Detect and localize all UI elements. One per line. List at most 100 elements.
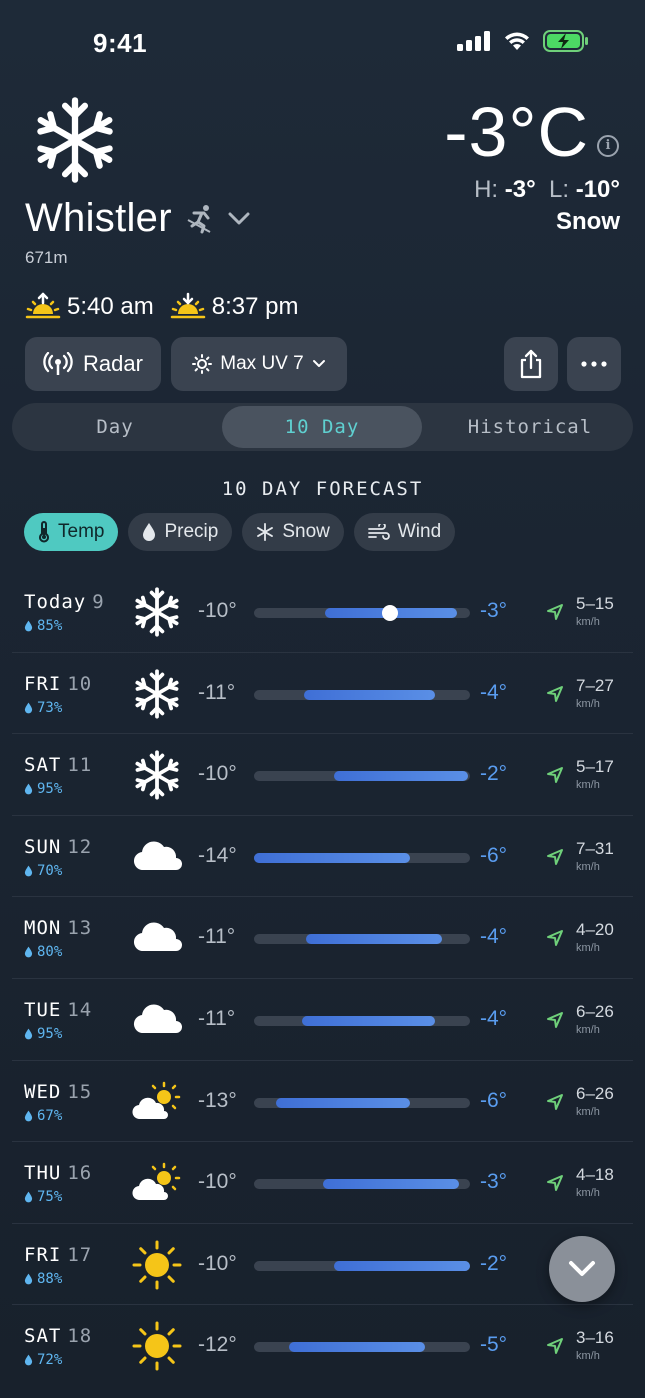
droplet-icon [24, 1354, 33, 1366]
droplet-icon [24, 1110, 33, 1121]
more-button[interactable] [567, 337, 621, 391]
high-temp: -5° [480, 1333, 508, 1357]
forecast-row[interactable]: FRI 10 73% -11° -4° 7–27 km/h [12, 653, 633, 735]
precip-chance: 88% [24, 1271, 62, 1287]
precip-chance: 75% [24, 1189, 62, 1205]
forecast-row[interactable]: TUE 14 95% -11° -4° 6–26 km/h [12, 979, 633, 1061]
temp-range-bar [254, 1179, 470, 1190]
info-icon[interactable]: i [597, 135, 619, 157]
high-temp: -2° [480, 1251, 508, 1275]
day-date: 17 [67, 1243, 93, 1266]
scroll-down-button[interactable] [549, 1236, 615, 1302]
chip-temp[interactable]: Temp [24, 513, 119, 551]
wind-direction-icon [547, 930, 563, 947]
wind-direction-icon [547, 604, 563, 620]
day-label: WED 15 [24, 1080, 93, 1103]
day-label: SUN 12 [24, 835, 93, 858]
temp-range-bar [254, 605, 470, 621]
forecast-row[interactable]: FRI 17 88% -10° -2° [12, 1224, 633, 1306]
sun-icon [130, 1319, 184, 1373]
temp-range-bar [254, 689, 470, 700]
day-date: 12 [67, 835, 93, 858]
snowflake-icon [130, 667, 184, 721]
view-tabs: Day 10 Day Historical [12, 403, 633, 451]
low-temp: -11° [198, 680, 236, 704]
snowflake-icon [130, 585, 184, 639]
cloud-icon [130, 830, 184, 884]
wind-direction-icon [547, 848, 563, 865]
wind-direction-icon [547, 685, 563, 702]
temp-range-fill [303, 689, 436, 700]
precip-chance: 85% [24, 618, 62, 634]
sun-small-icon [192, 354, 213, 374]
droplet-icon [24, 1028, 33, 1040]
forecast-row[interactable]: SAT 18 72% -12° -5° 3–16 km/h [12, 1305, 633, 1387]
precip-chance: 95% [24, 781, 62, 797]
high-temp: -3° [504, 176, 536, 203]
sunset-icon [170, 292, 205, 319]
low-temp: -10° [198, 599, 237, 622]
signal-icon [457, 31, 490, 51]
wind-direction-icon [547, 1338, 563, 1355]
day-label: SAT 11 [24, 754, 93, 777]
forecast-row[interactable]: THU 16 75% -10° -3° 4–18 km/h [12, 1142, 633, 1224]
wind-unit: km/h [576, 1350, 600, 1363]
wind-speed: 7–31 [576, 838, 614, 858]
location-selector[interactable]: Whistler [25, 196, 250, 241]
high-temp: -4° [480, 1006, 508, 1030]
uv-button[interactable]: Max UV 7 [171, 337, 347, 391]
day-date: 10 [67, 672, 93, 695]
day-date: 16 [67, 1162, 93, 1185]
status-icons [457, 30, 589, 52]
location-name: Whistler [25, 196, 172, 240]
section-title: 10 DAY FORECAST [221, 478, 424, 500]
chip-snow[interactable]: Snow [242, 513, 344, 551]
wind-speed: 5–17 [576, 757, 614, 777]
high-temp: -2° [480, 762, 508, 786]
forecast-row[interactable]: SAT 11 95% -10° -2° 5–17 km/h [12, 734, 633, 816]
partly-sunny-icon [130, 1156, 184, 1210]
metric-chips: Temp Precip Snow Wind [24, 513, 456, 551]
precip-chance: 72% [24, 1352, 62, 1368]
skier-icon [187, 204, 211, 233]
wind-unit: km/h [576, 1023, 600, 1036]
elevation: 671m [25, 248, 68, 267]
forecast-row[interactable]: WED 15 67% -13° -6° 6–26 km/h [12, 1061, 633, 1143]
high-temp: -3° [480, 1170, 508, 1194]
day-date: 13 [67, 917, 93, 940]
droplet-icon [24, 1273, 33, 1285]
tab-historical[interactable]: Historical [430, 406, 630, 448]
tab-10-day[interactable]: 10 Day [222, 406, 422, 448]
day-label: TUE 14 [24, 998, 93, 1021]
temp-range-fill [254, 852, 410, 863]
forecast-row[interactable]: SUN 12 70% -14° -6° 7–31 km/h [12, 816, 633, 898]
low-temp: -10° [198, 1170, 237, 1194]
droplet-icon [24, 783, 33, 795]
wind-unit: km/h [576, 1187, 600, 1200]
radar-button[interactable]: Radar [25, 337, 161, 391]
snowflake-icon [130, 748, 184, 802]
share-button[interactable] [504, 337, 558, 391]
wind-direction-icon [547, 1011, 563, 1028]
status-time: 9:41 [93, 28, 148, 58]
precip-chance: 80% [24, 944, 62, 960]
droplet-icon [24, 620, 33, 632]
chip-wind[interactable]: Wind [353, 513, 456, 551]
sun-times: 5:40 am 8:37 pm [25, 292, 298, 322]
high-low: H: -3° L: -10° [474, 176, 620, 203]
snowflake-small-icon [257, 523, 274, 541]
temp-range-bar [254, 1260, 470, 1271]
high-temp: -6° [480, 843, 508, 867]
droplet-icon [24, 946, 33, 958]
chip-precip[interactable]: Precip [128, 513, 233, 551]
low-temp: -11° [198, 1006, 236, 1030]
droplet-icon [143, 523, 156, 541]
tab-day[interactable]: Day [15, 406, 215, 448]
share-icon [520, 349, 542, 379]
forecast-row[interactable]: Today 9 85% -10° -3° 5–15 km/h [12, 571, 633, 653]
wind-unit: km/h [576, 1105, 600, 1118]
temp-range-fill [305, 934, 442, 945]
forecast-row[interactable]: MON 13 80% -11° -4° 4–20 km/h [12, 897, 633, 979]
precip-chance: 73% [24, 700, 62, 716]
droplet-icon [24, 702, 33, 713]
